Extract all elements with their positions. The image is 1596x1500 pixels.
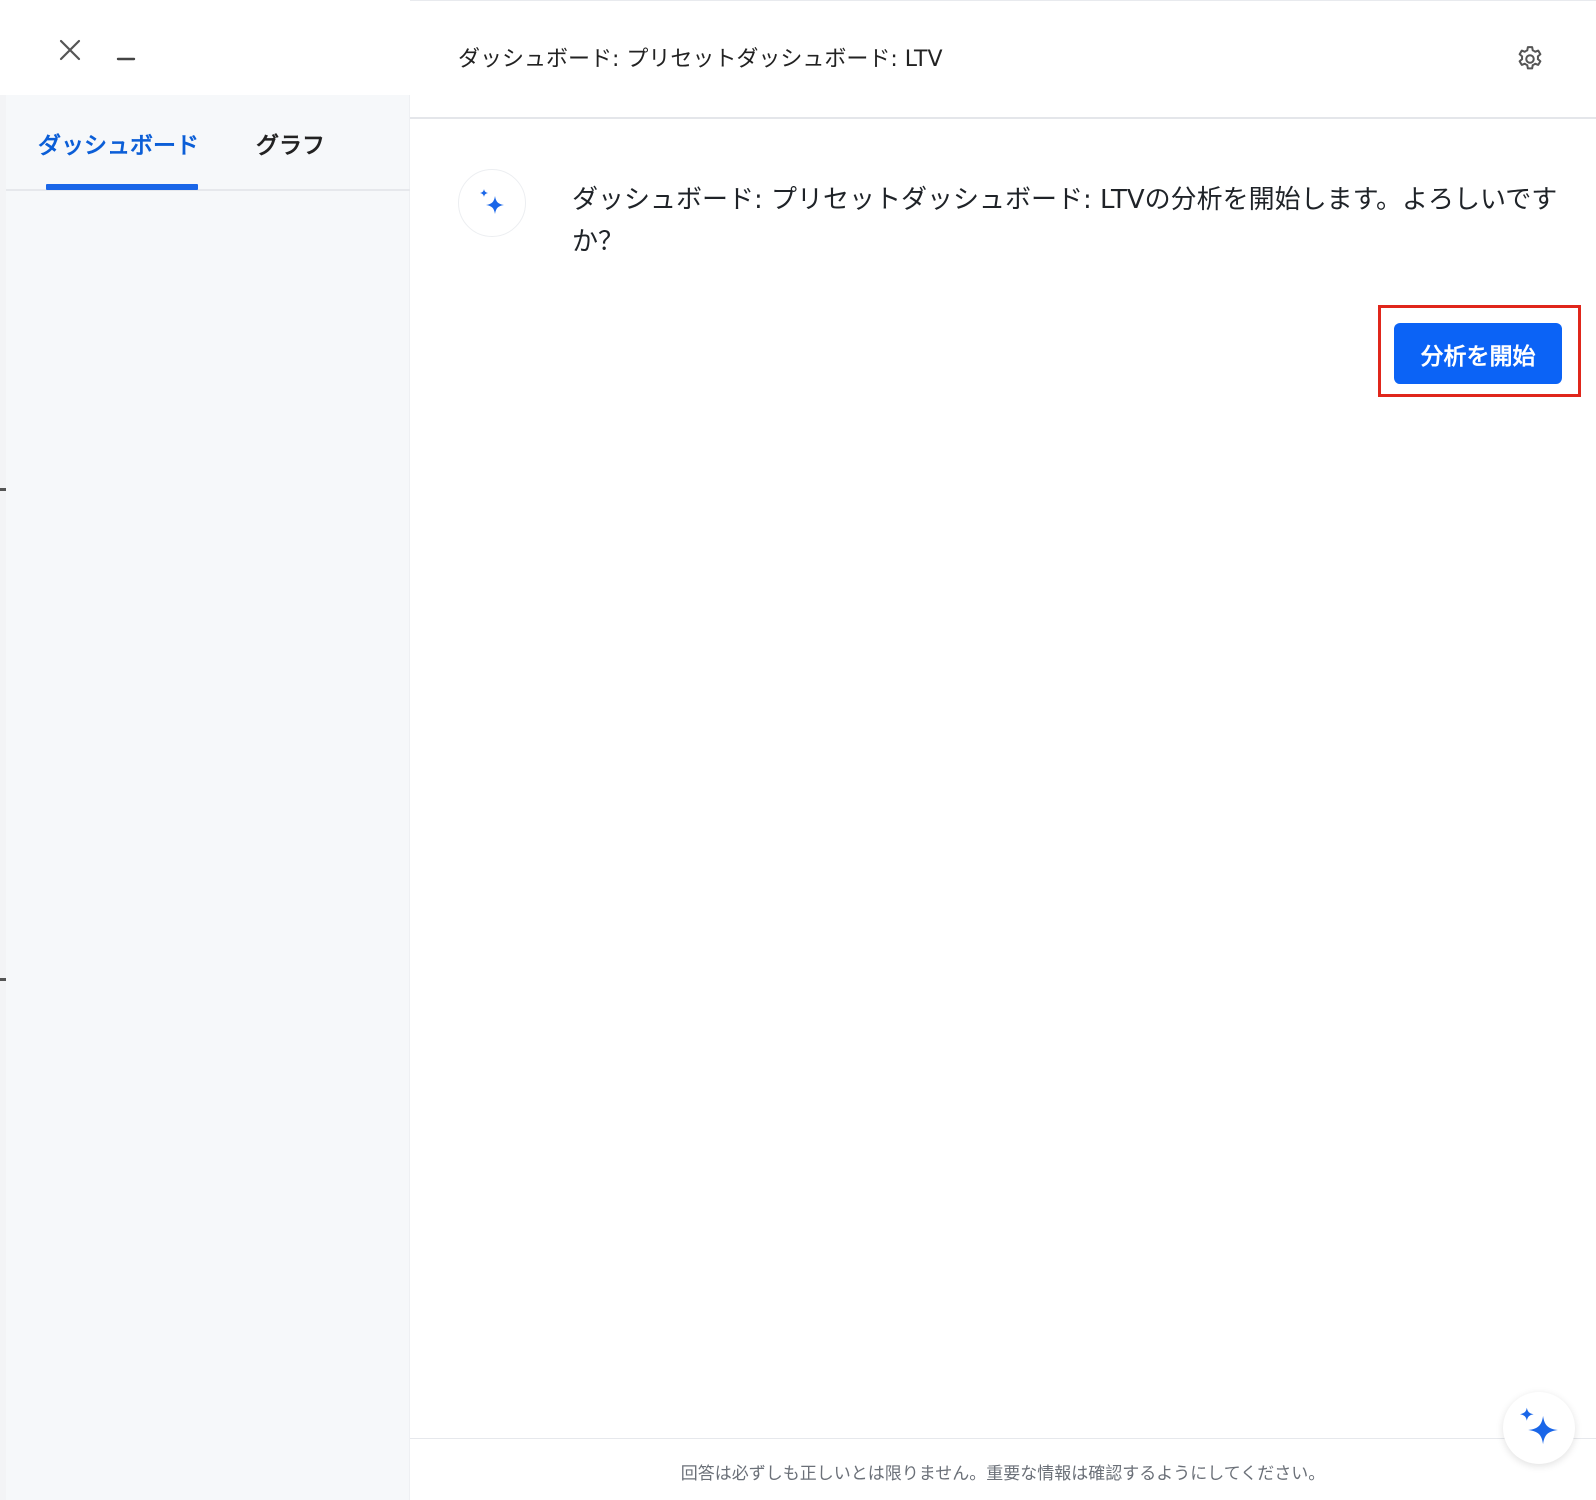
window-controls xyxy=(0,0,410,95)
sidebar-tabs: ダッシュボード グラフ xyxy=(6,95,410,191)
minimize-button[interactable] xyxy=(104,36,148,80)
active-tab-indicator xyxy=(46,184,198,190)
close-icon xyxy=(59,39,81,61)
tab-dashboard[interactable]: ダッシュボード xyxy=(38,95,199,191)
assistant-avatar xyxy=(458,169,526,237)
sparkle-icon xyxy=(1520,1407,1558,1445)
assistant-fab-button[interactable] xyxy=(1503,1392,1575,1464)
message-text: ダッシュボード: プリセットダッシュボード: LTVの分析を開始します。よろしい… xyxy=(572,185,1558,257)
sidebar: ダッシュボード グラフ xyxy=(6,95,410,1500)
minimize-icon xyxy=(116,57,136,61)
left-column: ダッシュボード グラフ xyxy=(0,0,410,1500)
sparkle-icon xyxy=(480,189,504,214)
tab-graph[interactable]: グラフ xyxy=(256,95,325,191)
close-button[interactable] xyxy=(48,28,92,72)
footer: 回答は必ずしも正しいとは限りません。重要な情報は確認するようにしてください。 xyxy=(410,1438,1596,1500)
assistant-window: ダッシュボード グラフ ダッシュボード: プリセットダッシュボード: LTV ダ… xyxy=(0,0,1596,1500)
gear-icon xyxy=(1518,46,1542,70)
main-panel: ダッシュボード: プリセットダッシュボード: LTV ダッシュボード: プリセッ… xyxy=(410,0,1596,1500)
page-title: ダッシュボード: プリセットダッシュボード: LTV xyxy=(458,47,943,72)
main-header: ダッシュボード: プリセットダッシュボード: LTV xyxy=(410,0,1596,119)
start-analysis-button[interactable]: 分析を開始 xyxy=(1394,323,1562,384)
disclaimer-text: 回答は必ずしも正しいとは限りません。重要な情報は確認するようにしてください。 xyxy=(680,1464,1326,1484)
settings-button[interactable] xyxy=(1510,39,1550,79)
